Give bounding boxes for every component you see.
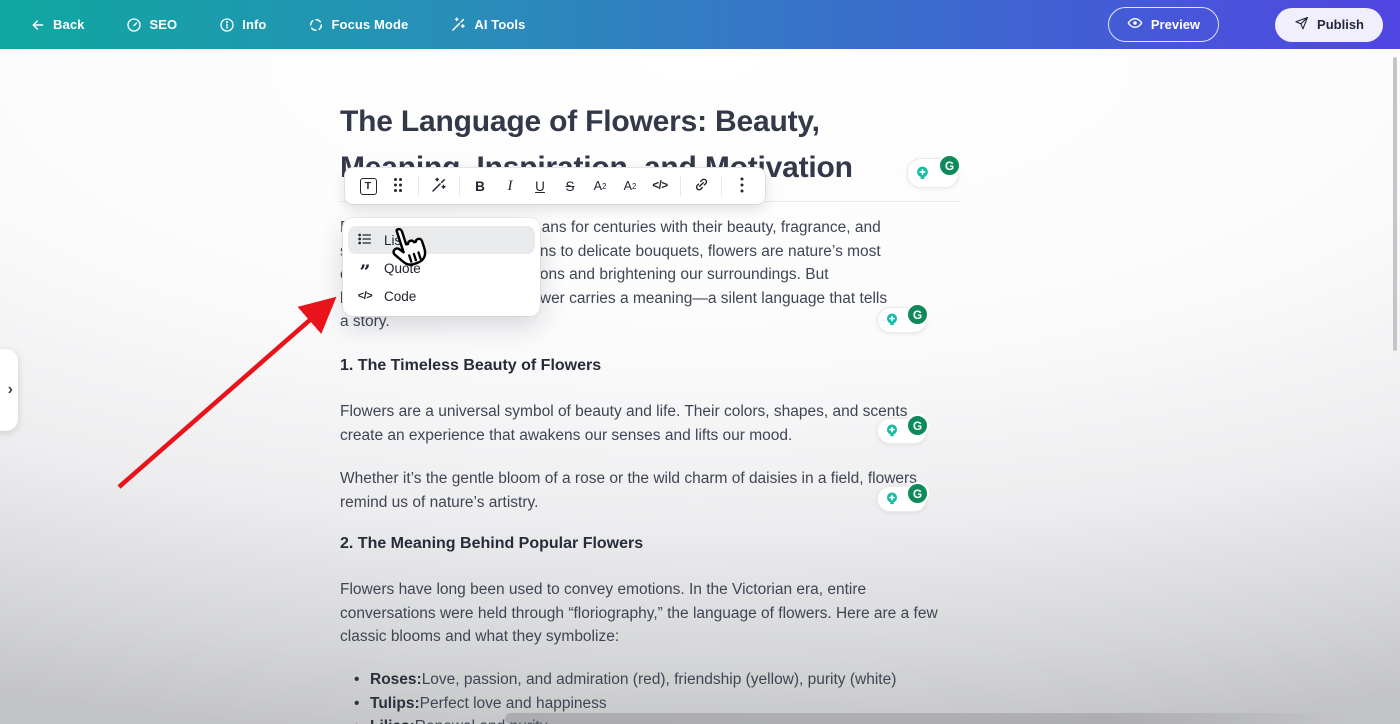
inline-code-button[interactable]: </> — [645, 172, 675, 200]
preview-label: Preview — [1151, 17, 1200, 32]
send-icon — [1294, 16, 1309, 34]
bullet-dot: • — [354, 692, 370, 716]
subscript-sub: 2 — [632, 182, 636, 191]
grammarly-logo-icon: G — [906, 482, 929, 505]
seo-gauge-icon — [126, 17, 142, 33]
back-button[interactable]: Back — [30, 17, 84, 33]
article-editor[interactable]: The Language of Flowers: Beauty, Meaning… — [0, 0, 1400, 724]
superscript-button[interactable]: A2 — [585, 172, 615, 200]
kebab-menu-icon — [740, 177, 744, 196]
back-label: Back — [53, 17, 84, 32]
format-toolbar: T B I U S A2 A2 </> — [345, 168, 765, 204]
section-2-heading[interactable]: 2. The Meaning Behind Popular Flowers — [340, 535, 643, 553]
section-2-paragraph-1[interactable]: Flowers have long been used to convey em… — [340, 578, 938, 649]
paragraph-line[interactable]: conversations were held through “floriog… — [340, 602, 938, 626]
menu-item-code[interactable]: </> Code — [348, 282, 535, 310]
drag-handle[interactable] — [383, 172, 413, 200]
bullet-term[interactable]: Lilies: — [370, 715, 415, 724]
bold-button[interactable]: B — [465, 172, 495, 200]
ai-write-button[interactable] — [424, 172, 454, 200]
info-button[interactable]: Info — [219, 17, 266, 33]
bullet-desc[interactable]: Love, passion, and admiration (red), fri… — [422, 668, 897, 692]
publish-label: Publish — [1317, 17, 1364, 32]
text-style-icon: T — [360, 178, 377, 195]
side-panel-toggle[interactable]: › — [0, 349, 18, 431]
grammarly-widget[interactable]: G — [877, 307, 927, 333]
bottom-shadow-band — [505, 713, 1350, 724]
suggestion-lightbulb-icon — [914, 165, 931, 187]
ai-tools-button[interactable]: AI Tools — [450, 16, 525, 33]
grammarly-logo-icon: G — [906, 303, 929, 326]
info-icon — [219, 17, 235, 33]
paragraph-line[interactable]: Flowers have long been used to convey em… — [340, 578, 938, 602]
paragraph-line[interactable]: Flowers are a universal symbol of beauty… — [340, 400, 907, 424]
toolbar-divider — [721, 176, 722, 196]
magic-wand-icon — [430, 176, 448, 197]
list-item[interactable]: • Roses: Love, passion, and admiration (… — [354, 668, 896, 692]
underline-button[interactable]: U — [525, 172, 555, 200]
bullet-term[interactable]: Tulips: — [370, 692, 420, 716]
chevron-right-icon: › — [8, 381, 13, 399]
back-arrow-icon — [30, 17, 46, 33]
seo-label: SEO — [149, 17, 177, 32]
title-line-1[interactable]: The Language of Flowers: Beauty, — [340, 99, 990, 145]
vertical-scrollbar[interactable] — [1393, 57, 1397, 351]
superscript-label: A — [594, 179, 602, 193]
paragraph-line[interactable]: create an experience that awakens our se… — [340, 424, 907, 448]
list-icon — [357, 231, 373, 250]
subscript-label: A — [624, 179, 632, 193]
subscript-button[interactable]: A2 — [615, 172, 645, 200]
code-icon: </> — [357, 290, 373, 302]
eye-icon — [1127, 15, 1143, 34]
suggestion-lightbulb-icon — [884, 491, 900, 512]
grammarly-widget[interactable]: G — [907, 158, 959, 188]
ai-tools-label: AI Tools — [474, 17, 525, 32]
list-item[interactable]: • Tulips: Perfect love and happiness — [354, 692, 896, 716]
section-1-paragraph-1[interactable]: Flowers are a universal symbol of beauty… — [340, 400, 907, 447]
section-1-paragraph-2[interactable]: Whether it’s the gentle bloom of a rose … — [340, 467, 917, 514]
focus-mode-button[interactable]: Focus Mode — [308, 17, 408, 33]
section-1-heading[interactable]: 1. The Timeless Beauty of Flowers — [340, 357, 601, 375]
link-icon — [693, 176, 710, 196]
suggestion-lightbulb-icon — [884, 312, 900, 333]
text-style-button[interactable]: T — [353, 172, 383, 200]
grammarly-logo-icon: G — [938, 154, 961, 177]
focus-mode-label: Focus Mode — [331, 17, 408, 32]
paragraph-line[interactable]: Whether it’s the gentle bloom of a rose … — [340, 467, 917, 491]
toolbar-divider — [680, 176, 681, 196]
grammarly-widget[interactable]: G — [877, 486, 927, 512]
focus-mode-icon — [308, 17, 324, 33]
seo-button[interactable]: SEO — [126, 17, 177, 33]
bullet-term[interactable]: Roses: — [370, 668, 422, 692]
ai-tools-wand-icon — [450, 16, 467, 33]
paragraph-line[interactable]: classic blooms and what they symbolize: — [340, 625, 938, 649]
more-options-button[interactable] — [727, 172, 757, 200]
paragraph-line[interactable]: remind us of nature’s artistry. — [340, 491, 917, 515]
link-button[interactable] — [686, 172, 716, 200]
italic-button[interactable]: I — [495, 172, 525, 200]
toolbar-divider — [459, 176, 460, 196]
suggestion-lightbulb-icon — [884, 423, 900, 444]
preview-button[interactable]: Preview — [1108, 7, 1219, 42]
quote-icon: ” — [357, 267, 373, 277]
superscript-exp: 2 — [602, 182, 606, 191]
grammarly-logo-icon: G — [906, 414, 929, 437]
strikethrough-button[interactable]: S — [555, 172, 585, 200]
bullet-desc[interactable]: Perfect love and happiness — [420, 692, 607, 716]
bullet-dot: • — [354, 668, 370, 692]
publish-button[interactable]: Publish — [1275, 8, 1383, 42]
info-label: Info — [242, 17, 266, 32]
bullet-dot: • — [354, 715, 370, 724]
menu-item-label: Code — [384, 289, 416, 304]
grip-dots-icon — [391, 176, 405, 197]
toolbar-divider — [418, 176, 419, 196]
top-toolbar: Back SEO Info Focus Mode AI Tools Previe… — [0, 0, 1400, 49]
grammarly-widget[interactable]: G — [877, 418, 927, 444]
